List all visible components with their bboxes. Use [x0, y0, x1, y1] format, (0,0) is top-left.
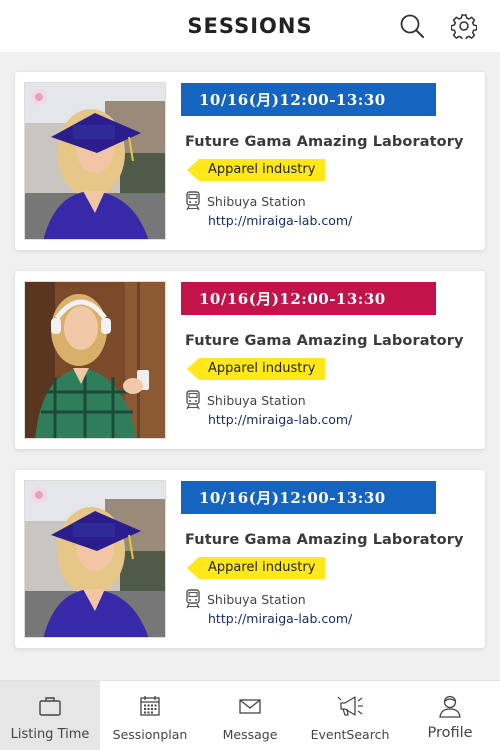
graduate-photo [24, 82, 166, 240]
tab-label: Listing Time [10, 727, 90, 742]
train-icon [186, 191, 200, 211]
header-bar: SESSIONS [0, 0, 500, 52]
station-row: Shibuya Station [185, 390, 306, 410]
envelope-icon [239, 699, 261, 714]
graduate-photo [24, 480, 166, 638]
tab-sessionplan[interactable]: Sessionplan [100, 681, 200, 750]
station-row: Shibuya Station [185, 589, 306, 609]
settings-button[interactable] [448, 10, 480, 42]
session-card[interactable]: 10/16(月)12:00-13:30 Future Gama Amazing … [15, 72, 485, 250]
industry-tag-label: Apparel industry [199, 159, 326, 181]
station-name: Shibuya Station [207, 392, 306, 408]
industry-tag: Apparel industry [187, 358, 326, 380]
train-icon [186, 589, 200, 609]
industry-tag: Apparel industry [187, 557, 326, 579]
session-datetime: 10/16(月)12:00-13:30 [181, 83, 436, 116]
tab-label: Sessionplan [112, 727, 188, 742]
person-icon [439, 695, 461, 718]
tab-label: Message [222, 727, 278, 742]
gear-icon [451, 14, 477, 39]
tag-arrow [187, 159, 199, 181]
session-datetime: 10/16(月)12:00-13:30 [181, 282, 436, 315]
briefcase-icon [39, 697, 61, 716]
tab-message[interactable]: Message [200, 681, 300, 750]
session-card[interactable]: 10/16(月)12:00-13:30 Future Gama Amazing … [15, 271, 485, 449]
company-name: Future Gama Amazing Laboratory [185, 333, 464, 349]
search-icon [400, 14, 424, 38]
search-button[interactable] [396, 10, 428, 42]
headphones-student-photo [24, 281, 166, 439]
company-name: Future Gama Amazing Laboratory [185, 532, 464, 548]
company-name: Future Gama Amazing Laboratory [185, 134, 464, 150]
company-url-link[interactable]: http://miraiga-lab.com/ [208, 412, 352, 427]
tag-arrow [187, 557, 199, 579]
tab-event-search[interactable]: EventSearch [300, 681, 400, 750]
train-icon [186, 390, 200, 410]
tab-listing-time[interactable]: Listing Time [0, 681, 100, 750]
company-url-link[interactable]: http://miraiga-lab.com/ [208, 611, 352, 626]
tag-arrow [187, 358, 199, 380]
megaphone-icon [337, 696, 363, 716]
company-url-link[interactable]: http://miraiga-lab.com/ [208, 213, 352, 228]
tab-label: EventSearch [310, 727, 390, 742]
page-title: SESSIONS [187, 14, 313, 38]
tab-profile[interactable]: Profile [400, 681, 500, 750]
session-card[interactable]: 10/16(月)12:00-13:30 Future Gama Amazing … [15, 470, 485, 648]
station-name: Shibuya Station [207, 591, 306, 607]
station-name: Shibuya Station [207, 193, 306, 209]
bottom-tab-bar: Listing Time Sessionplan Message EventSe… [0, 680, 500, 750]
calendar-icon [140, 696, 160, 716]
industry-tag-label: Apparel industry [199, 557, 326, 579]
industry-tag-label: Apparel industry [199, 358, 326, 380]
session-datetime: 10/16(月)12:00-13:30 [181, 481, 436, 514]
industry-tag: Apparel industry [187, 159, 326, 181]
tab-label: Profile [427, 725, 473, 741]
station-row: Shibuya Station [185, 191, 306, 211]
